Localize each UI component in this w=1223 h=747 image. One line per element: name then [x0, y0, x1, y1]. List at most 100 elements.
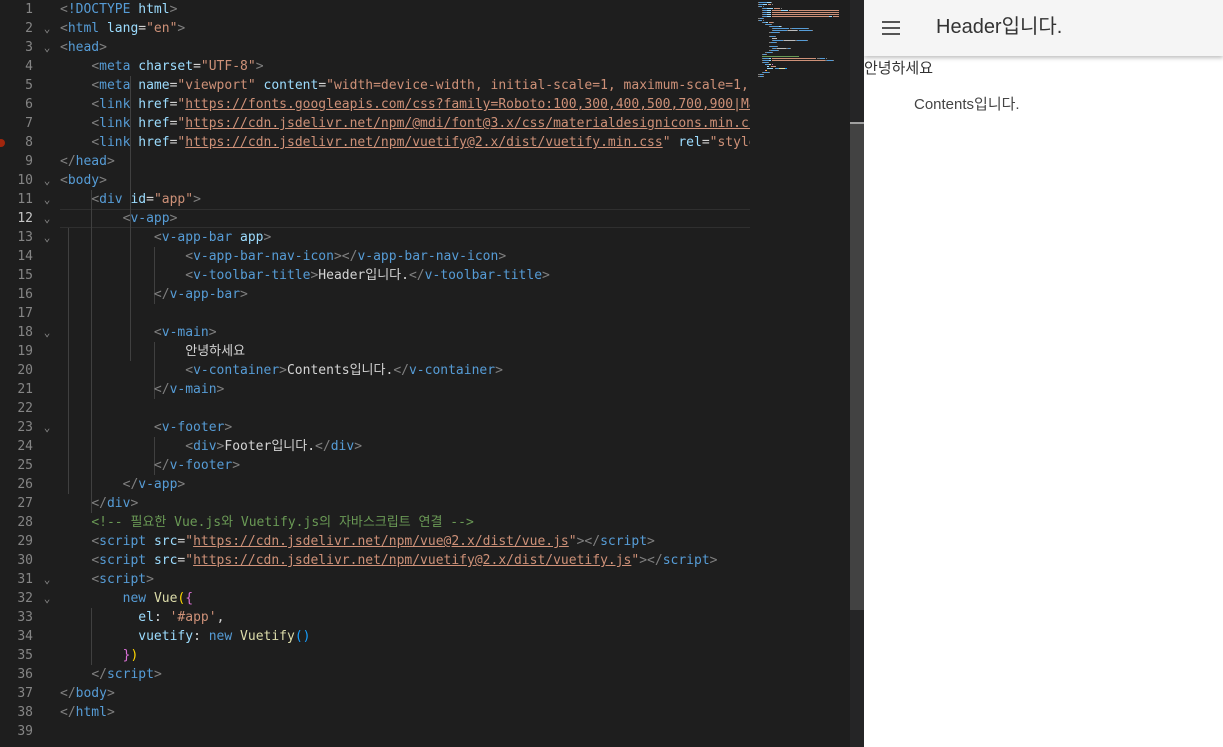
code-token: "width=device-width, initial-scale=1, ma…: [326, 78, 750, 93]
fold-chevron-icon[interactable]: ⌄: [40, 38, 54, 57]
minimap-stroke: [776, 46, 778, 47]
code-line[interactable]: <link href="https://cdn.jsdelivr.net/npm…: [60, 114, 750, 133]
code-line[interactable]: <v-footer>: [60, 418, 232, 437]
code-line[interactable]: <script>: [60, 570, 154, 589]
minimap-stroke: [758, 48, 772, 49]
code-line[interactable]: <head>: [60, 38, 107, 57]
code-line[interactable]: <v-toolbar-title>Header입니다.</v-toolbar-t…: [60, 266, 550, 285]
code-line[interactable]: <script src="https://cdn.jsdelivr.net/np…: [60, 532, 655, 551]
code-line[interactable]: el: '#app',: [60, 608, 224, 627]
code-line[interactable]: <body>: [60, 171, 107, 190]
code-line[interactable]: <div>Footer입니다.</div>: [60, 437, 362, 456]
app-bar: Header입니다.: [864, 0, 1223, 56]
minimap-stroke: [771, 52, 773, 53]
code-line[interactable]: <meta name="viewport" content="width=dev…: [60, 76, 750, 95]
scrollbar-thumb[interactable]: [850, 124, 864, 610]
code-line[interactable]: </head>: [60, 152, 115, 171]
code-token: https://fonts.googleapis.com/css?family=…: [185, 97, 750, 112]
code-line[interactable]: <v-app-bar app>: [60, 228, 271, 247]
code-token: >: [263, 230, 272, 245]
code-area[interactable]: <!DOCTYPE html> <html lang="en"> <head> <m…: [60, 0, 750, 747]
code-line[interactable]: <meta charset="UTF-8">: [60, 57, 264, 76]
code-token: <: [60, 21, 68, 36]
minimap-stroke: [772, 14, 839, 15]
code-editor[interactable]: 1 2 3 4 5 6 7 8 9 10 11 12 13 14 15 16 17 18 19 20 21 22 23 24 2…: [0, 0, 864, 747]
code-token: <: [185, 439, 194, 454]
minimap-stroke: [832, 16, 839, 17]
hamburger-menu-icon[interactable]: [882, 19, 900, 37]
minimap-stroke: [771, 10, 782, 11]
code-token: name: [138, 78, 170, 93]
line-number: 39: [17, 724, 33, 739]
code-line[interactable]: <script src="https://cdn.jsdelivr.net/np…: [60, 551, 717, 570]
code-token: <: [60, 2, 68, 17]
fold-chevron-icon[interactable]: ⌄: [40, 570, 54, 589]
code-token: div: [193, 439, 217, 454]
code-token: link: [99, 116, 139, 131]
code-line[interactable]: <link href="https://cdn.jsdelivr.net/npm…: [60, 133, 750, 152]
code-line[interactable]: </div>: [60, 494, 138, 513]
code-token: >: [255, 59, 264, 74]
code-line[interactable]: </v-app-bar>: [60, 285, 248, 304]
minimap-stroke: [777, 50, 779, 51]
minimap[interactable]: [752, 0, 850, 90]
line-number: 17: [17, 306, 33, 321]
code-line[interactable]: <v-app-bar-nav-icon></v-app-bar-nav-icon…: [60, 247, 506, 266]
code-token: >: [208, 325, 217, 340]
fold-chevron-icon[interactable]: ⌄: [40, 190, 54, 209]
line-number: 26: [17, 477, 33, 492]
line-number: 35: [17, 648, 33, 663]
code-line[interactable]: <v-container>Contents입니다.</v-container>: [60, 361, 503, 380]
code-line[interactable]: </v-main>: [60, 380, 224, 399]
code-token: >: [146, 572, 154, 587]
code-token: >: [647, 534, 655, 549]
code-line[interactable]: new Vue({: [60, 589, 193, 608]
code-token: </: [122, 477, 139, 492]
minimap-stroke: [761, 56, 800, 57]
code-line[interactable]: </v-footer>: [60, 456, 240, 475]
fold-chevron-icon[interactable]: ⌄: [40, 19, 54, 38]
code-token: v-app-bar: [161, 230, 241, 245]
code-line[interactable]: <link href="https://fonts.googleapis.com…: [60, 95, 750, 114]
code-line[interactable]: <!-- 필요한 Vue.js와 Vuetify.js의 자바스크립트 연결 -…: [60, 513, 473, 532]
code-token: v-toolbar-title: [424, 268, 543, 283]
code-token: meta: [99, 78, 139, 93]
code-token: :: [193, 629, 209, 644]
code-token: >: [99, 40, 107, 55]
code-line[interactable]: <v-app>: [60, 209, 178, 228]
code-line[interactable]: <v-main>: [60, 323, 217, 342]
code-line[interactable]: </script>: [60, 665, 161, 684]
fold-chevron-icon[interactable]: ⌄: [40, 228, 54, 247]
fold-chevron-icon[interactable]: ⌄: [40, 589, 54, 608]
code-line[interactable]: }): [60, 646, 139, 665]
code-line[interactable]: <div id="app">: [60, 190, 201, 209]
line-number: 30: [17, 553, 33, 568]
line-number: 2: [25, 21, 33, 36]
fold-chevron-icon[interactable]: ⌄: [40, 323, 54, 342]
fold-chevron-icon[interactable]: ⌄: [40, 171, 54, 190]
line-number: 7: [25, 116, 33, 131]
minimap-stroke: [769, 46, 777, 47]
fold-chevron-icon[interactable]: ⌄: [40, 418, 54, 437]
code-line[interactable]: 안녕하세요: [60, 342, 245, 361]
code-token: script: [662, 553, 710, 568]
minimap-stroke: [758, 26, 769, 27]
code-line[interactable]: </html>: [60, 703, 115, 722]
code-line[interactable]: vuetify: new Vuetify(): [60, 627, 310, 646]
code-line[interactable]: <html lang="en">: [60, 19, 185, 38]
code-line[interactable]: </body>: [60, 684, 115, 703]
code-line[interactable]: <!DOCTYPE html>: [60, 0, 177, 19]
code-line[interactable]: </v-app>: [60, 475, 186, 494]
code-token: >: [240, 287, 248, 302]
minimap-stroke: [762, 20, 764, 21]
fold-chevron-icon[interactable]: ⌄: [40, 209, 54, 228]
line-number: 9: [25, 154, 33, 169]
